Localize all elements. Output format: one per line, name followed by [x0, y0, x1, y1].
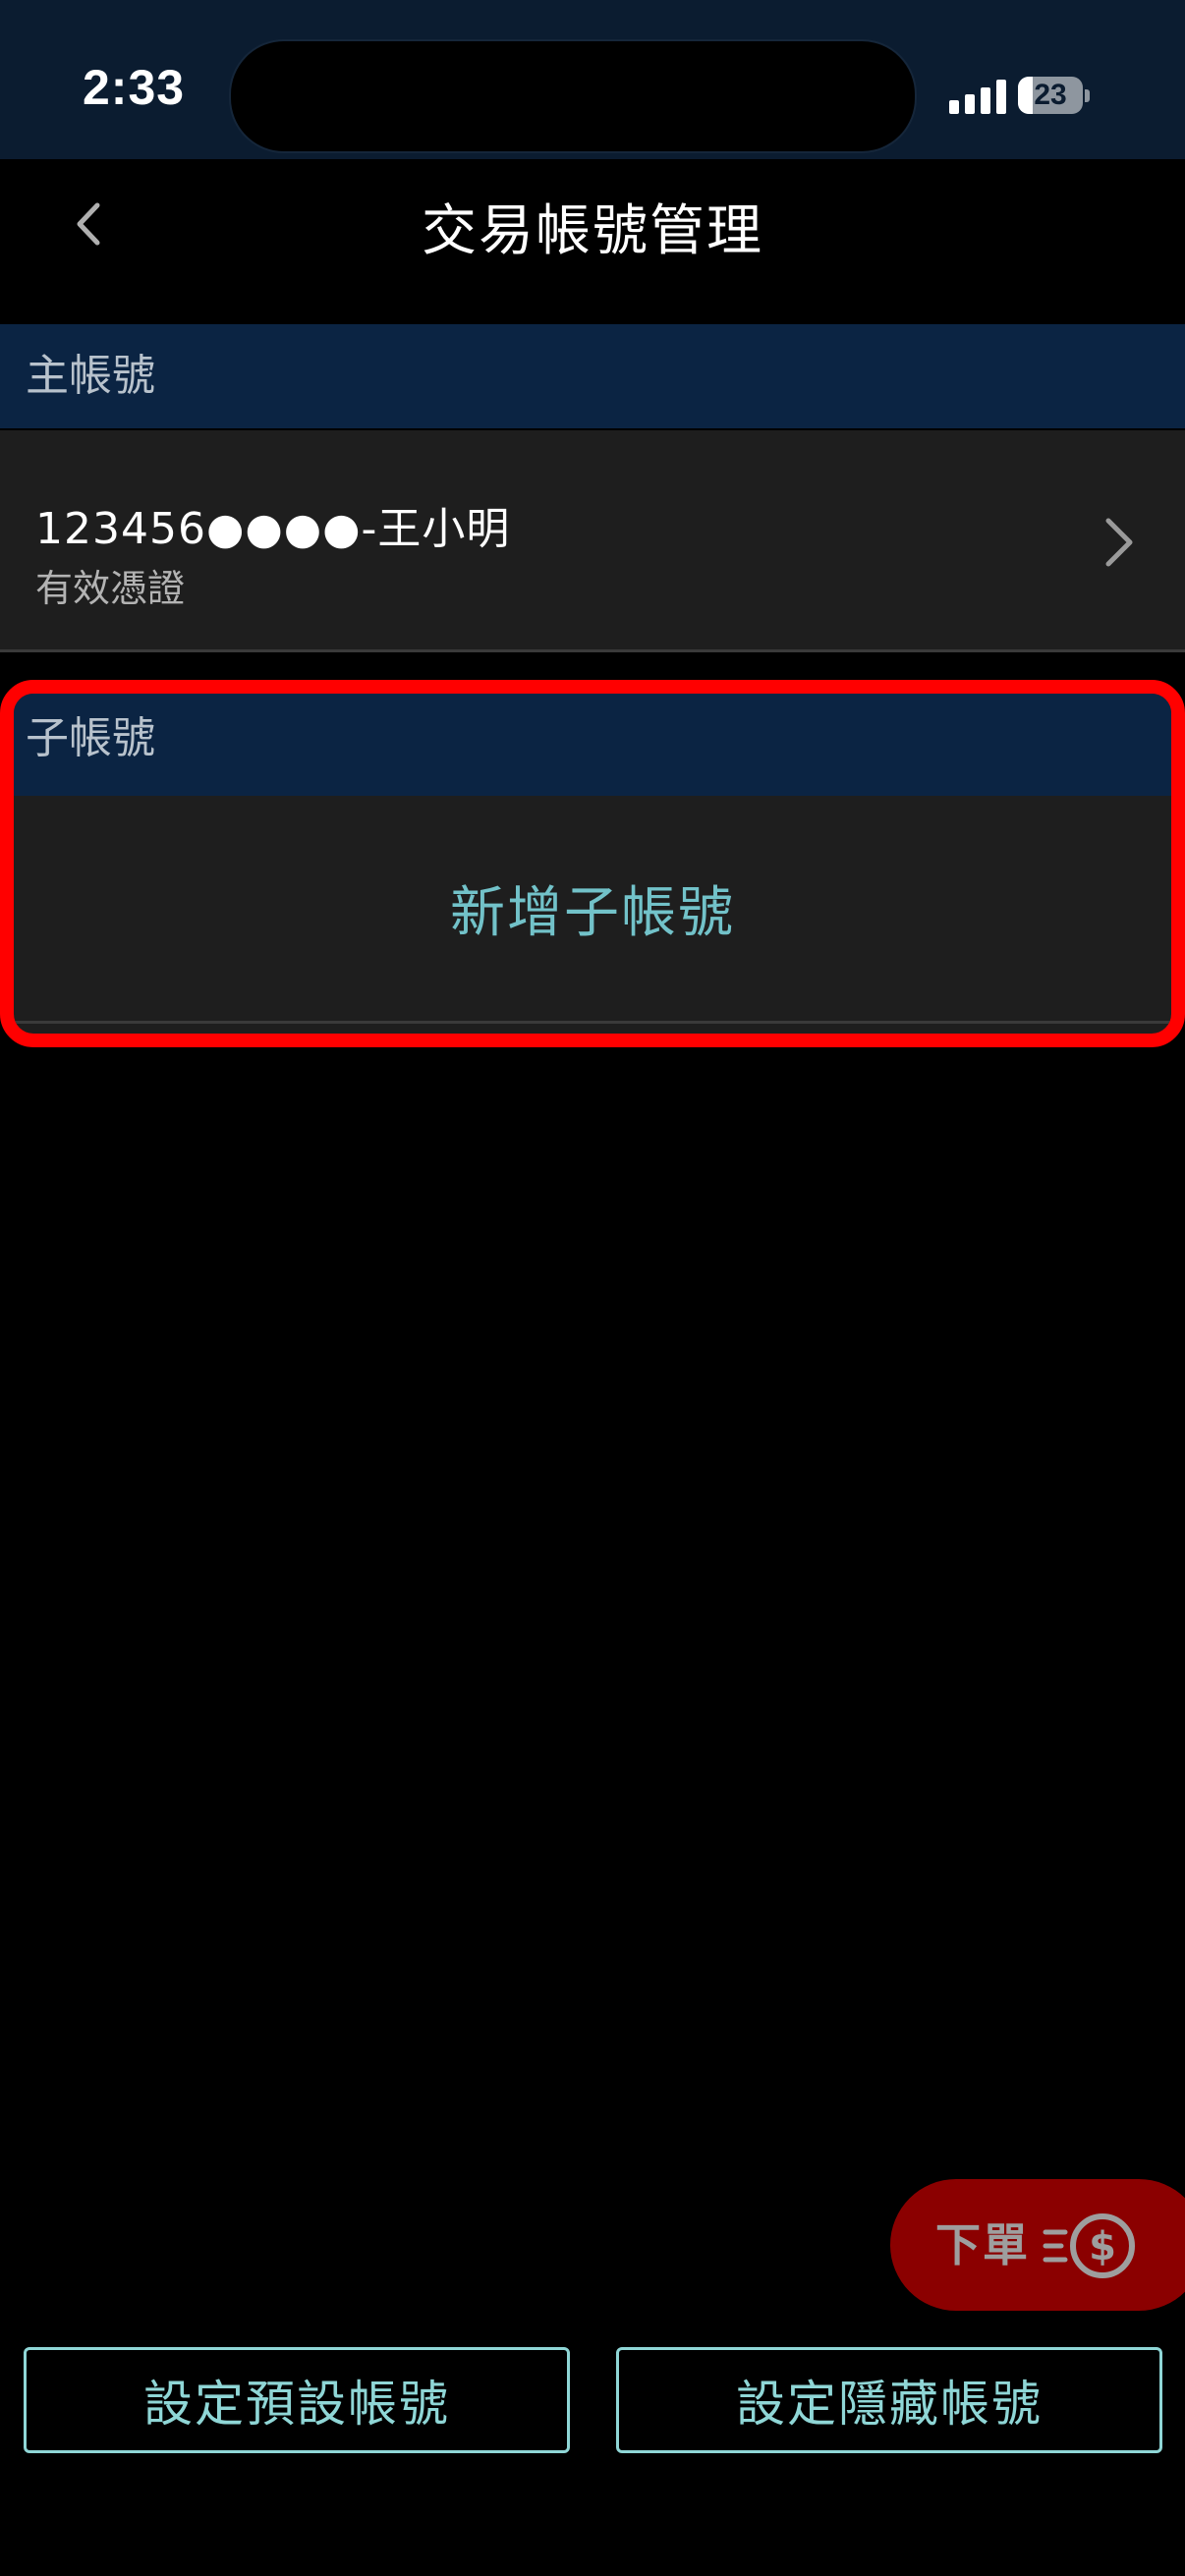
sub-account-section: 子帳號 新增子帳號 — [0, 680, 1185, 1047]
battery-percentage: 23 — [1034, 79, 1067, 111]
account-name: 123456●●●●-王小明 — [35, 504, 511, 554]
status-time: 2:33 — [83, 60, 186, 115]
chevron-right-icon — [1105, 518, 1133, 567]
add-sub-account-button[interactable]: 新增子帳號 — [14, 796, 1171, 1024]
main-account-header: 主帳號 — [0, 324, 1185, 428]
status-bar: 2:33 23 — [0, 0, 1185, 159]
place-order-button[interactable]: 下單 $ — [890, 2179, 1185, 2311]
sub-account-header: 子帳號 — [14, 694, 1171, 796]
dollar-coin-icon: $ — [1043, 2213, 1135, 2278]
navigation-bar: 交易帳號管理 — [0, 159, 1185, 324]
set-hidden-account-button[interactable]: 設定隱藏帳號 — [616, 2347, 1162, 2453]
certificate-status: 有效憑證 — [35, 567, 186, 610]
main-account-row[interactable]: 123456●●●●-王小明 有效憑證 — [0, 430, 1185, 652]
set-default-account-button[interactable]: 設定預設帳號 — [24, 2347, 570, 2453]
battery-icon: 23 — [1018, 77, 1090, 116]
page-title: 交易帳號管理 — [422, 199, 763, 263]
dynamic-island — [229, 39, 917, 153]
cellular-signal-icon — [949, 79, 1006, 114]
svg-text:$: $ — [1089, 2224, 1116, 2269]
place-order-label: 下單 — [935, 2218, 1030, 2271]
